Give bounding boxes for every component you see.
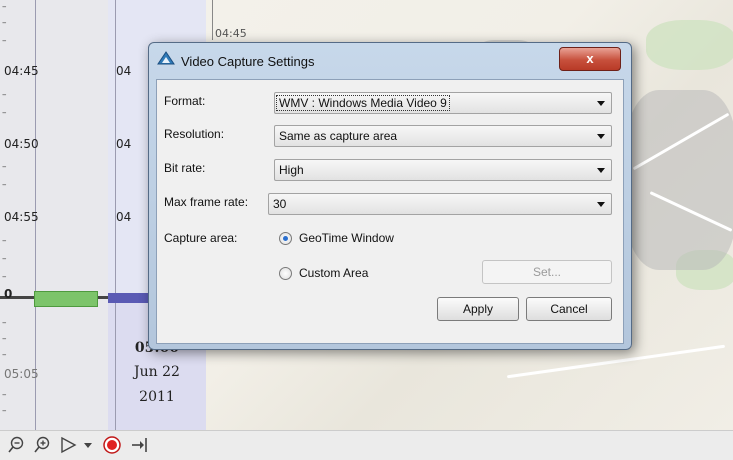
format-value: WMV : Windows Media Video 9: [276, 95, 450, 111]
time-label-mid: 04: [116, 137, 132, 151]
tick-mark: –: [2, 2, 7, 12]
tick-mark: –: [2, 18, 7, 28]
time-label: 05:05: [4, 367, 39, 381]
dialog-body: Format: WMV : Windows Media Video 9 Reso…: [156, 79, 624, 344]
tick-mark: –: [2, 406, 7, 416]
tick-mark: –: [2, 108, 7, 118]
app-logo-icon: [157, 51, 175, 69]
dialog-titlebar[interactable]: Video Capture Settings x: [149, 43, 631, 79]
time-label-mid: 04: [116, 64, 132, 78]
map-terrain: [626, 90, 733, 270]
export-icon[interactable]: [130, 435, 150, 455]
tick-mark: –: [2, 36, 7, 46]
bitrate-label: Bit rate:: [164, 161, 206, 175]
resolution-label: Resolution:: [164, 127, 225, 141]
time-label: 04:50: [4, 137, 39, 151]
tick-mark: –: [2, 254, 7, 264]
time-label: 04:45: [4, 64, 39, 78]
chevron-down-icon: [597, 101, 605, 106]
zoom-in-icon[interactable]: [32, 435, 52, 455]
tick-mark: –: [2, 390, 7, 400]
time-label: 04:55: [4, 210, 39, 224]
close-button[interactable]: x: [559, 47, 621, 71]
cancel-button[interactable]: Cancel: [526, 297, 612, 321]
format-select[interactable]: WMV : Windows Media Video 9: [274, 92, 612, 114]
capture-area-label: Capture area:: [164, 231, 238, 245]
chevron-down-icon: [597, 202, 605, 207]
apply-button[interactable]: Apply: [437, 297, 519, 321]
map-time-marker: [212, 0, 213, 40]
tick-mark: –: [2, 180, 7, 190]
format-label: Format:: [164, 94, 206, 108]
resolution-value: Same as capture area: [279, 129, 398, 143]
geotime-window-radio[interactable]: [279, 232, 292, 245]
framerate-label: Max frame rate:: [164, 195, 249, 209]
custom-area-label[interactable]: Custom Area: [299, 266, 368, 280]
event-marker[interactable]: [34, 291, 98, 307]
tick-mark: –: [2, 272, 7, 282]
year-label: 2011: [139, 389, 175, 405]
tick-mark: –: [2, 162, 7, 172]
bottom-toolbar: [0, 430, 733, 460]
date-label: Jun 22: [134, 364, 180, 380]
record-icon[interactable]: [102, 435, 122, 455]
map-time-label: 04:45: [215, 27, 247, 40]
tick-mark: –: [2, 334, 7, 344]
time-label-mid: 04: [116, 210, 132, 224]
play-icon[interactable]: [58, 435, 78, 455]
tick-mark: –: [2, 90, 7, 100]
bitrate-value: High: [279, 163, 304, 177]
video-capture-settings-dialog: Video Capture Settings x Format: WMV : W…: [148, 42, 632, 350]
tick-mark: –: [2, 350, 7, 360]
dialog-title: Video Capture Settings: [181, 54, 315, 69]
resolution-select[interactable]: Same as capture area: [274, 125, 612, 147]
geotime-window-label[interactable]: GeoTime Window: [299, 231, 394, 245]
zoom-out-icon[interactable]: [6, 435, 26, 455]
current-time-label-left: 0: [4, 287, 13, 301]
bitrate-select[interactable]: High: [274, 159, 612, 181]
chevron-down-icon: [597, 168, 605, 173]
set-button[interactable]: Set...: [482, 260, 612, 284]
map-park: [646, 20, 733, 70]
tick-mark: –: [2, 236, 7, 246]
custom-area-radio[interactable]: [279, 267, 292, 280]
dropdown-icon[interactable]: [82, 435, 94, 455]
framerate-value: 30: [273, 197, 287, 211]
chevron-down-icon: [597, 134, 605, 139]
tick-mark: –: [2, 318, 7, 328]
framerate-select[interactable]: 30: [268, 193, 612, 215]
